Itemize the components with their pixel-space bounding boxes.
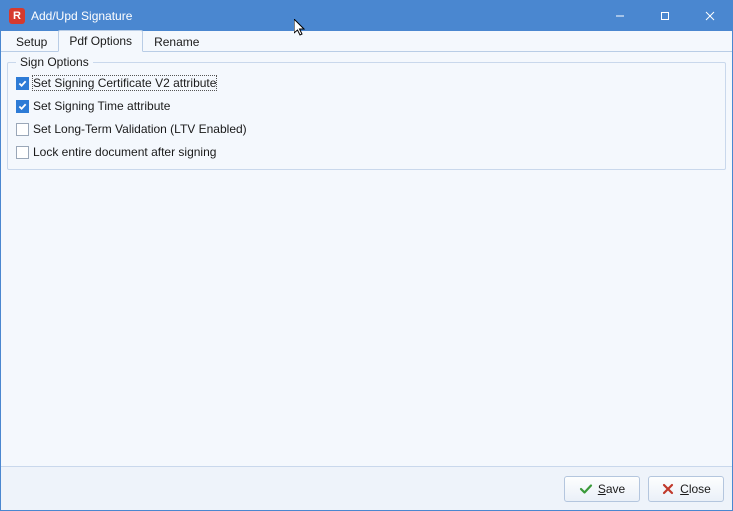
option-signing-time[interactable]: Set Signing Time attribute [16, 99, 717, 113]
close-icon [705, 11, 715, 21]
group-legend: Sign Options [16, 55, 93, 69]
checkbox-icon [16, 146, 29, 159]
footer: Save Close [1, 466, 732, 510]
check-icon [579, 482, 593, 496]
tab-pdf-options[interactable]: Pdf Options [58, 30, 143, 52]
minimize-button[interactable] [597, 1, 642, 31]
close-button-label: Close [680, 482, 711, 496]
titlebar: R Add/Upd Signature [1, 1, 732, 31]
save-button-label: Save [598, 482, 625, 496]
option-label: Lock entire document after signing [33, 145, 216, 159]
save-button[interactable]: Save [564, 476, 640, 502]
checkbox-icon [16, 77, 29, 90]
maximize-icon [660, 11, 670, 21]
close-window-button[interactable] [687, 1, 732, 31]
content-area: Sign Options Set Signing Certificate V2 … [1, 52, 732, 466]
option-ltv[interactable]: Set Long-Term Validation (LTV Enabled) [16, 122, 717, 136]
minimize-icon [615, 11, 625, 21]
app-icon: R [9, 8, 25, 24]
close-button[interactable]: Close [648, 476, 724, 502]
window-title: Add/Upd Signature [31, 9, 132, 23]
checkbox-icon [16, 123, 29, 136]
option-label: Set Signing Time attribute [33, 99, 170, 113]
tab-rename[interactable]: Rename [143, 31, 210, 52]
option-lock-document[interactable]: Lock entire document after signing [16, 145, 717, 159]
option-label: Set Signing Certificate V2 attribute [33, 76, 216, 90]
tab-strip: Setup Pdf Options Rename [1, 31, 732, 52]
checkbox-icon [16, 100, 29, 113]
window: R Add/Upd Signature Setup Pdf Options Re… [0, 0, 733, 511]
tab-setup[interactable]: Setup [5, 31, 58, 52]
option-label: Set Long-Term Validation (LTV Enabled) [33, 122, 247, 136]
sign-options-group: Sign Options Set Signing Certificate V2 … [7, 62, 726, 170]
maximize-button[interactable] [642, 1, 687, 31]
window-buttons [597, 1, 732, 31]
x-icon [661, 482, 675, 496]
option-signing-cert-v2[interactable]: Set Signing Certificate V2 attribute [16, 76, 717, 90]
